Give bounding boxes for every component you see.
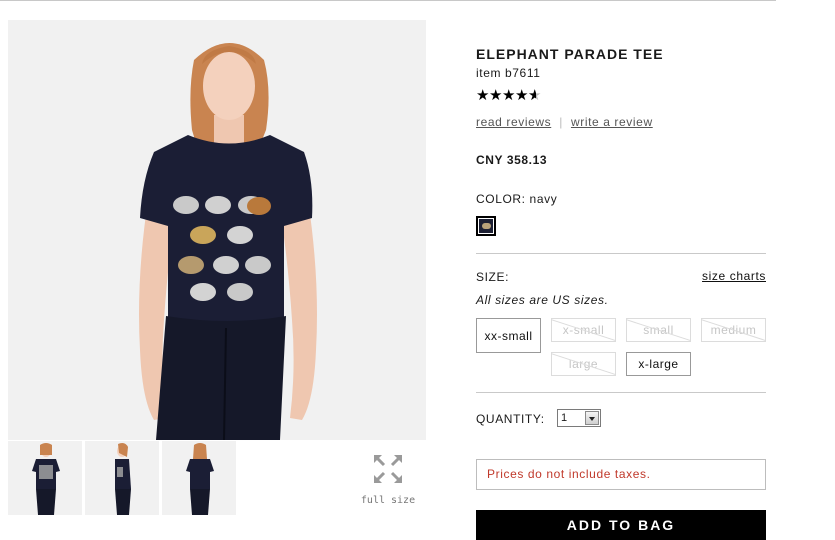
full-size-label: full size [360, 495, 416, 506]
read-reviews-link[interactable]: read reviews [476, 115, 551, 129]
write-review-link[interactable]: write a review [571, 115, 653, 129]
review-separator: | [559, 115, 563, 129]
divider [476, 392, 766, 393]
star-rating: ★★★★★ ★ [476, 88, 541, 104]
price: CNY 358.13 [476, 153, 548, 167]
tax-notice: Prices do not include taxes. [476, 459, 766, 490]
size-option-x-small: x-small [551, 318, 616, 342]
size-charts-link[interactable]: size charts [702, 269, 766, 283]
star-icon: ★ [489, 87, 503, 104]
size-label: SIZE: [476, 270, 510, 284]
size-option-x-large[interactable]: x-large [626, 352, 691, 376]
size-option-xx-small[interactable]: xx-small [476, 318, 541, 353]
expand-arrows-icon [373, 455, 403, 488]
color-label: COLOR: [476, 192, 526, 206]
half-star-icon: ★ ★ [528, 87, 542, 104]
divider [476, 253, 766, 254]
add-to-bag-button[interactable]: ADD TO BAG [476, 510, 766, 540]
product-title: ELEPHANT PARADE TEE [476, 46, 664, 62]
review-links: read reviews | write a review [476, 115, 653, 129]
size-option-medium: medium [701, 318, 766, 342]
full-size-button[interactable]: full size [352, 454, 424, 506]
swatch-image [479, 219, 493, 233]
thumbnail-front[interactable] [8, 441, 82, 515]
quantity-select[interactable]: 1 [557, 409, 601, 427]
quantity-value: 1 [561, 412, 568, 424]
size-option-large: large [551, 352, 616, 376]
star-icon: ★ [502, 87, 516, 104]
sizes-note: All sizes are US sizes. [476, 293, 609, 307]
color-swatch-navy[interactable] [476, 216, 496, 236]
item-number: item b7611 [476, 66, 541, 80]
chevron-down-icon[interactable] [585, 411, 599, 425]
color-label-row: COLOR: navy [476, 192, 557, 206]
star-icon: ★ [515, 87, 529, 104]
thumbnail-back[interactable] [162, 441, 236, 515]
color-value: navy [529, 192, 558, 206]
star-icon: ★ [476, 87, 490, 104]
top-rule [0, 0, 776, 1]
size-option-small: small [626, 318, 691, 342]
quantity-label: QUANTITY: [476, 412, 545, 426]
thumbnail-side[interactable] [85, 441, 159, 515]
main-product-image[interactable] [8, 20, 426, 440]
